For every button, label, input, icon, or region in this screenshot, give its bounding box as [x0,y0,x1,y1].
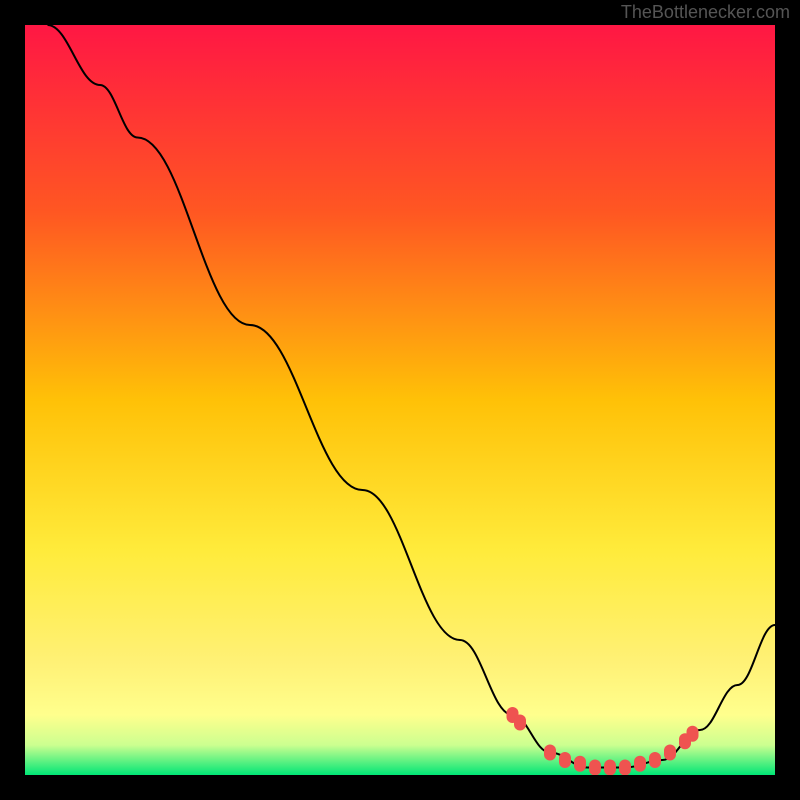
chart-area [25,25,775,775]
curve-plot [25,25,775,775]
bottleneck-curve [48,25,776,768]
watermark-text: TheBottlenecker.com [621,2,790,23]
